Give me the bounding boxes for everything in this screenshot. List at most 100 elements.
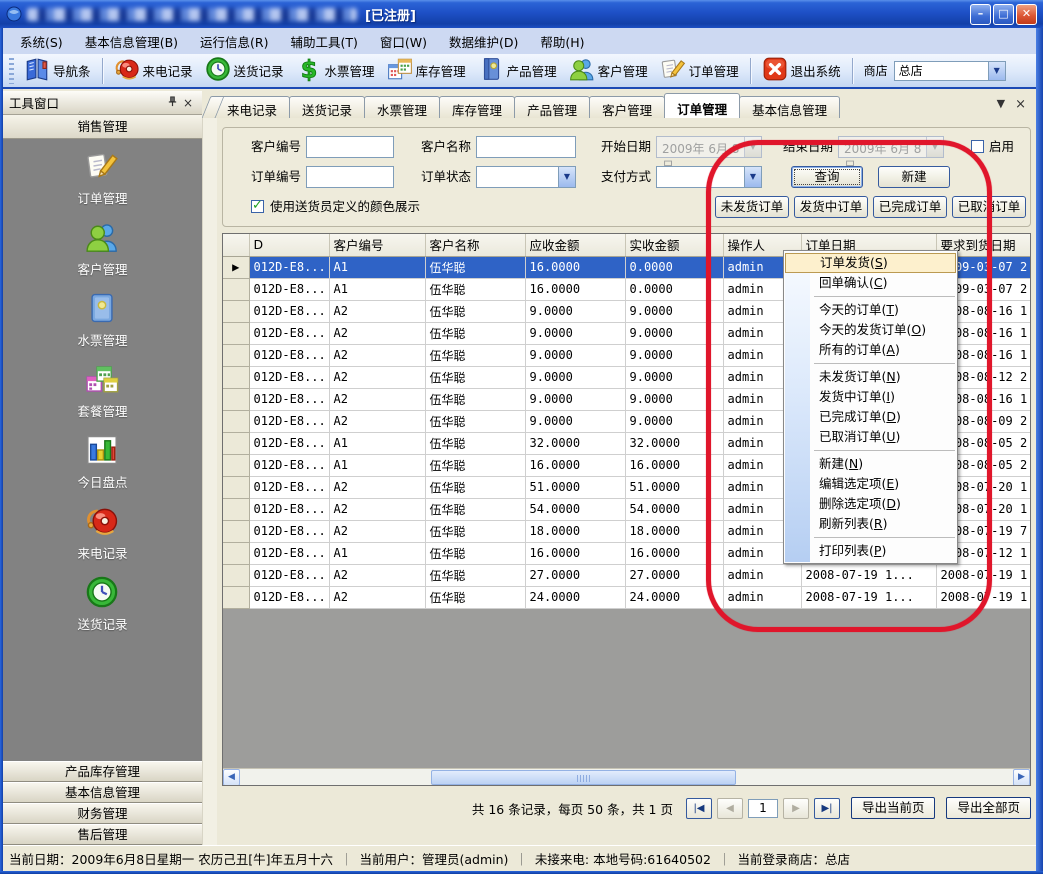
table-cell[interactable]: 012D-E8... xyxy=(249,322,329,344)
row-selector-cell[interactable] xyxy=(223,476,249,498)
table-cell[interactable]: 9.0000 xyxy=(525,388,625,410)
table-cell[interactable]: 2008-07-19 1... xyxy=(936,564,1031,586)
table-cell[interactable]: 16.0000 xyxy=(525,542,625,564)
toolbar-button-产品管理[interactable]: 产品管理 xyxy=(472,53,563,88)
query-button[interactable]: 查询 xyxy=(791,166,863,188)
context-menu-item-回单确认(C)[interactable]: 回单确认(C) xyxy=(784,273,957,293)
tab-来电记录[interactable]: 来电记录 xyxy=(214,96,290,118)
start-date-dropdown-icon[interactable]: ▼ xyxy=(744,137,761,157)
table-cell[interactable]: 32.0000 xyxy=(625,432,723,454)
table-cell[interactable]: 16.0000 xyxy=(525,454,625,476)
table-cell[interactable]: A1 xyxy=(329,454,425,476)
context-menu-item-新建(N)[interactable]: 新建(N) xyxy=(784,454,957,474)
store-combobox[interactable]: 总店▼ xyxy=(894,61,1006,81)
table-cell[interactable]: 18.0000 xyxy=(525,520,625,542)
export-all-pages-button[interactable]: 导出全部页 xyxy=(946,797,1031,819)
table-cell[interactable]: 2008-07-19 1... xyxy=(801,564,936,586)
sidebar-group-财务管理[interactable]: 财务管理 xyxy=(3,803,202,824)
table-cell[interactable]: A2 xyxy=(329,476,425,498)
tab-产品管理[interactable]: 产品管理 xyxy=(514,96,590,118)
table-cell[interactable]: 伍华聪 xyxy=(425,278,525,300)
tab-基本信息管理[interactable]: 基本信息管理 xyxy=(739,96,840,118)
scroll-right-icon[interactable]: ▶ xyxy=(1013,769,1030,786)
toolbar-button-导航条[interactable]: 导航条 xyxy=(18,53,97,88)
customer-no-input[interactable] xyxy=(306,136,394,158)
context-menu-item-打印列表(P)[interactable]: 打印列表(P) xyxy=(784,541,957,561)
scrollbar-thumb[interactable] xyxy=(431,770,736,785)
column-header[interactable]: 客户编号 xyxy=(329,234,425,256)
status-filter-button-已完成订单[interactable]: 已完成订单 xyxy=(873,196,947,218)
table-cell[interactable]: 9.0000 xyxy=(525,344,625,366)
last-page-button[interactable]: ▶| xyxy=(814,798,840,819)
table-cell[interactable]: 51.0000 xyxy=(525,476,625,498)
table-cell[interactable]: 16.0000 xyxy=(625,542,723,564)
table-cell[interactable]: admin xyxy=(723,564,801,586)
table-cell[interactable]: 012D-E8... xyxy=(249,542,329,564)
row-selector-cell[interactable] xyxy=(223,542,249,564)
sidebar-item-送货记录[interactable]: 送货记录 xyxy=(77,575,127,633)
table-cell[interactable]: 012D-E8... xyxy=(249,344,329,366)
table-cell[interactable]: 9.0000 xyxy=(525,410,625,432)
table-cell[interactable]: 51.0000 xyxy=(625,476,723,498)
end-date-picker[interactable]: 2009年 6月 8日 ▼ xyxy=(838,136,944,158)
context-menu-item-今天的订单(T)[interactable]: 今天的订单(T) xyxy=(784,300,957,320)
context-menu-item-今天的发货订单(O)[interactable]: 今天的发货订单(O) xyxy=(784,320,957,340)
tool-window-close-icon[interactable]: × xyxy=(180,96,196,110)
table-cell[interactable]: 伍华聪 xyxy=(425,454,525,476)
toolbar-button-来电记录[interactable]: 来电记录 xyxy=(108,53,199,88)
table-cell[interactable]: 012D-E8... xyxy=(249,564,329,586)
menu-item[interactable]: 帮助(H) xyxy=(529,28,595,55)
table-cell[interactable]: A1 xyxy=(329,256,425,278)
table-cell[interactable]: 9.0000 xyxy=(625,322,723,344)
table-cell[interactable]: A2 xyxy=(329,388,425,410)
tab-订单管理[interactable]: 订单管理 xyxy=(664,93,740,118)
sidebar-item-水票管理[interactable]: 水票管理 xyxy=(77,291,127,349)
row-selector-cell[interactable] xyxy=(223,564,249,586)
row-selector-cell[interactable] xyxy=(223,300,249,322)
table-cell[interactable]: 012D-E8... xyxy=(249,520,329,542)
status-filter-button-已取消订单[interactable]: 已取消订单 xyxy=(952,196,1026,218)
toolbar-button-订单管理[interactable]: 订单管理 xyxy=(654,53,745,88)
row-selector-cell[interactable] xyxy=(223,498,249,520)
table-cell[interactable]: 9.0000 xyxy=(625,388,723,410)
table-cell[interactable]: A2 xyxy=(329,366,425,388)
sidebar-group-产品库存管理[interactable]: 产品库存管理 xyxy=(3,761,202,782)
table-cell[interactable]: 9.0000 xyxy=(625,300,723,322)
table-cell[interactable]: 9.0000 xyxy=(625,410,723,432)
context-menu-item-编辑选定项(E)[interactable]: 编辑选定项(E) xyxy=(784,474,957,494)
menu-item[interactable]: 数据维护(D) xyxy=(438,28,529,55)
color-display-checkbox[interactable] xyxy=(251,200,264,213)
pin-icon[interactable] xyxy=(164,96,180,110)
table-cell[interactable]: 伍华聪 xyxy=(425,410,525,432)
table-cell[interactable]: 9.0000 xyxy=(625,366,723,388)
context-menu-item-已取消订单(U)[interactable]: 已取消订单(U) xyxy=(784,427,957,447)
table-cell[interactable]: 9.0000 xyxy=(525,366,625,388)
table-cell[interactable]: 012D-E8... xyxy=(249,432,329,454)
table-cell[interactable]: 012D-E8... xyxy=(249,256,329,278)
customer-name-input[interactable] xyxy=(476,136,576,158)
context-menu-item-订单发货(S)[interactable]: 订单发货(S) xyxy=(785,253,956,273)
order-status-dropdown-icon[interactable]: ▼ xyxy=(558,167,575,187)
table-cell[interactable]: 16.0000 xyxy=(525,256,625,278)
table-cell[interactable]: 012D-E8... xyxy=(249,410,329,432)
enable-checkbox[interactable] xyxy=(971,140,984,153)
table-cell[interactable]: 18.0000 xyxy=(625,520,723,542)
table-cell[interactable]: A2 xyxy=(329,498,425,520)
menu-item[interactable]: 基本信息管理(B) xyxy=(74,28,189,55)
table-cell[interactable]: 9.0000 xyxy=(625,344,723,366)
row-selector-cell[interactable] xyxy=(223,278,249,300)
table-cell[interactable]: 9.0000 xyxy=(525,322,625,344)
row-selector-cell[interactable] xyxy=(223,410,249,432)
row-selector-cell[interactable] xyxy=(223,322,249,344)
scroll-left-icon[interactable]: ◀ xyxy=(223,769,240,786)
table-cell[interactable]: 27.0000 xyxy=(525,564,625,586)
column-header[interactable]: 应收金额 xyxy=(525,234,625,256)
minimize-button[interactable]: – xyxy=(970,4,991,25)
horizontal-scrollbar[interactable]: ◀ ▶ xyxy=(223,768,1030,785)
sidebar-group-售后管理[interactable]: 售后管理 xyxy=(3,824,202,845)
new-button[interactable]: 新建 xyxy=(878,166,950,188)
table-cell[interactable]: 伍华聪 xyxy=(425,520,525,542)
column-header[interactable] xyxy=(223,234,249,256)
row-selector-cell[interactable] xyxy=(223,366,249,388)
sidebar-item-客户管理[interactable]: 客户管理 xyxy=(77,220,127,278)
